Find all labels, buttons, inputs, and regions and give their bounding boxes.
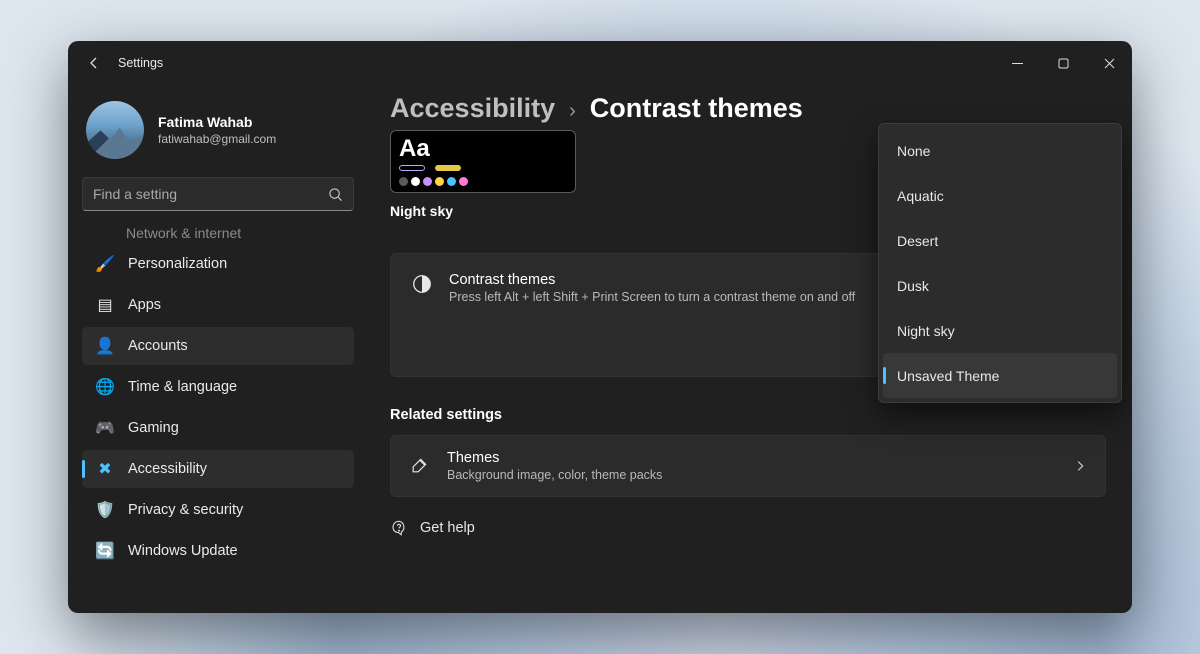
user-email: fatiwahab@gmail.com [158, 132, 276, 146]
sidebar-item-label: Accessibility [128, 461, 207, 477]
brush-icon [409, 456, 431, 478]
sidebar-item-icon: 🌐 [96, 377, 114, 397]
get-help-link[interactable]: Get help [390, 519, 1106, 537]
theme-preview-card[interactable]: Aa [390, 130, 576, 193]
chevron-right-icon [1073, 459, 1087, 473]
breadcrumb: Accessibility › Contrast themes [390, 93, 1106, 124]
dropdown-option-unsaved-theme[interactable]: Unsaved Theme [883, 353, 1117, 398]
back-button[interactable] [76, 45, 112, 81]
sidebar-item-icon: ✖ [96, 459, 114, 479]
sidebar-item-label: Windows Update [128, 543, 238, 559]
close-button[interactable] [1086, 45, 1132, 81]
swatch [435, 177, 444, 186]
contrast-theme-dropdown[interactable]: NoneAquaticDesertDuskNight skyUnsaved Th… [878, 123, 1122, 403]
help-icon [390, 519, 408, 537]
preview-chip-fill [435, 165, 461, 171]
sidebar-item-windows-update[interactable]: 🔄 Windows Update [82, 532, 354, 570]
breadcrumb-parent[interactable]: Accessibility [390, 93, 555, 124]
maximize-icon [1058, 58, 1069, 69]
related-settings-header: Related settings [390, 407, 1106, 423]
sidebar-item-icon: 🛡️ [96, 500, 114, 520]
app-title: Settings [118, 56, 163, 70]
dropdown-option-desert[interactable]: Desert [883, 218, 1117, 263]
swatch [399, 177, 408, 186]
sidebar-item-label: Privacy & security [128, 502, 243, 518]
sidebar-item-label: Personalization [128, 256, 227, 272]
get-help-label: Get help [420, 520, 475, 536]
sidebar-item-label: Apps [128, 297, 161, 313]
search-icon [328, 187, 343, 202]
titlebar: Settings [68, 41, 1132, 85]
search-box[interactable] [82, 177, 354, 211]
nav-list: Network & internet 🖌️ Personalization ▤ App… [82, 221, 354, 573]
sidebar-item-icon: 🔄 [96, 541, 114, 561]
dropdown-option-aquatic[interactable]: Aquatic [883, 173, 1117, 218]
contrast-card-title: Contrast themes [449, 272, 855, 288]
themes-link-card[interactable]: Themes Background image, color, theme pa… [390, 435, 1106, 497]
sidebar-item-label: Accounts [128, 338, 188, 354]
sidebar-item-gaming[interactable]: 🎮 Gaming [82, 409, 354, 447]
sidebar-item-label: Time & language [128, 379, 237, 395]
themes-subtitle: Background image, color, theme packs [447, 468, 662, 482]
user-name: Fatima Wahab [158, 114, 276, 130]
sidebar-item-cut[interactable]: Network & internet [82, 221, 354, 245]
sidebar-item-icon: 🎮 [96, 418, 114, 438]
chevron-right-icon: › [569, 100, 576, 123]
contrast-icon [411, 273, 433, 295]
sidebar: Fatima Wahab fatiwahab@gmail.com Network… [68, 85, 368, 613]
search-input[interactable] [93, 186, 328, 202]
sidebar-item-icon: 🖌️ [96, 254, 114, 274]
preview-sample-text: Aa [399, 137, 567, 161]
sidebar-item-icon: ▤ [96, 295, 114, 315]
sidebar-item-label: Gaming [128, 420, 179, 436]
swatch [423, 177, 432, 186]
settings-window: Settings Fatima Wahab fatiwahab@gmail.co… [68, 41, 1132, 613]
sidebar-item-apps[interactable]: ▤ Apps [82, 286, 354, 324]
dropdown-option-none[interactable]: None [883, 128, 1117, 173]
window-controls [994, 45, 1132, 81]
arrow-left-icon [86, 55, 102, 71]
profile-block[interactable]: Fatima Wahab fatiwahab@gmail.com [82, 95, 354, 177]
sidebar-item-personalization[interactable]: 🖌️ Personalization [82, 245, 354, 283]
sidebar-item-icon: 👤 [96, 336, 114, 356]
sidebar-item-time-language[interactable]: 🌐 Time & language [82, 368, 354, 406]
swatch [411, 177, 420, 186]
maximize-button[interactable] [1040, 45, 1086, 81]
minimize-button[interactable] [994, 45, 1040, 81]
avatar [86, 101, 144, 159]
dropdown-option-night-sky[interactable]: Night sky [883, 308, 1117, 353]
dropdown-option-dusk[interactable]: Dusk [883, 263, 1117, 308]
preview-swatches [399, 177, 567, 186]
contrast-card-subtitle: Press left Alt + left Shift + Print Scre… [449, 290, 855, 304]
preview-chip-outline [399, 165, 425, 171]
breadcrumb-current: Contrast themes [590, 93, 803, 124]
sidebar-item-accounts[interactable]: 👤 Accounts [82, 327, 354, 365]
swatch [459, 177, 468, 186]
sidebar-item-privacy-security[interactable]: 🛡️ Privacy & security [82, 491, 354, 529]
minimize-icon [1012, 58, 1023, 69]
sidebar-item-accessibility[interactable]: ✖ Accessibility [82, 450, 354, 488]
themes-title: Themes [447, 450, 662, 466]
close-icon [1104, 58, 1115, 69]
swatch [447, 177, 456, 186]
